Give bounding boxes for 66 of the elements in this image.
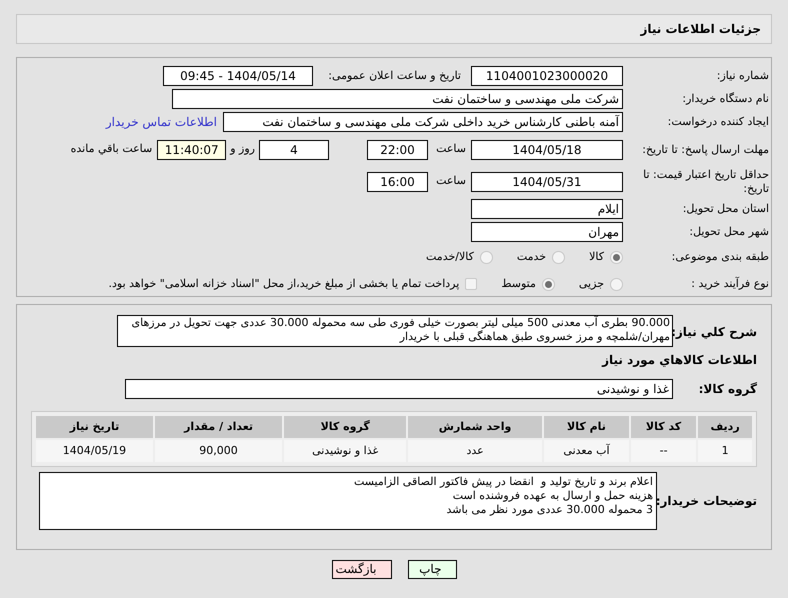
radio-button[interactable] xyxy=(552,250,566,264)
field-label: گروه کالا: xyxy=(698,381,757,398)
field-label: نوع فرآیند خرید : xyxy=(690,277,770,292)
contact-link[interactable]: اطلاعات تماس خریدار xyxy=(106,113,217,131)
field-label: کالا xyxy=(589,248,604,265)
radio-button[interactable] xyxy=(542,278,555,291)
field-label: شهر محل تحویل: xyxy=(688,225,770,240)
field-label: توضیحات خریدار: xyxy=(657,493,757,510)
note-line: اعلام برند و تاریخ تولید و انقضا در پیش فاکتور الصاقی الزامیست xyxy=(352,475,653,489)
print-button[interactable]: چاپ xyxy=(408,560,456,579)
radio-button[interactable] xyxy=(610,278,623,291)
table-cell: 1 xyxy=(698,440,752,462)
page-title: جزئیات اطلاعات نیاز xyxy=(640,21,761,38)
text-field[interactable]: 11:40:07 xyxy=(157,140,226,160)
text-field[interactable]: غذا و نوشیدنی xyxy=(125,379,673,399)
table-cell: آب معدنی xyxy=(544,440,630,462)
table-cell: 90,000 xyxy=(154,440,282,462)
description-field[interactable]: 90.000 بطری آب معدنی 500 میلی لیتر بصورت خیلی فوری طی سه محموله 30.000 عددی جهت تحویل در مرزهای مهران/شلمچه و مرز خسروی طبق هماهنگی قبلی با خریدار xyxy=(117,315,673,347)
field-label: روز و xyxy=(230,141,255,158)
text-field[interactable]: 22:00 xyxy=(367,140,428,160)
field-label: خدمت xyxy=(516,248,546,265)
field-label: ساعت xyxy=(435,141,466,158)
field-label: مهلت ارسال پاسخ: تا تاریخ: xyxy=(641,142,770,157)
text-field[interactable]: ایلام xyxy=(471,199,623,220)
field-label: ساعت xyxy=(435,173,466,190)
field-label: ایجاد کننده درخواست: xyxy=(666,115,770,129)
column-header: ردیف xyxy=(698,416,752,438)
field-label: تاریخ و ساعت اعلان عمومی: xyxy=(327,69,462,83)
field-label: حداقل تاریخ اعتبار قیمت: تا تاریخ: xyxy=(642,168,770,196)
text-field[interactable]: شرکت ملی مهندسی و ساختمان نفت xyxy=(172,89,623,109)
column-header: واحد شمارش xyxy=(408,416,542,438)
column-header: گروه کالا xyxy=(284,416,406,438)
text-field[interactable]: 16:00 xyxy=(367,172,428,192)
text-field[interactable]: 1404/05/31 xyxy=(471,172,623,192)
field-label: کالا/خدمت xyxy=(426,248,474,265)
field-label: متوسط xyxy=(501,276,536,292)
field-label: پرداخت تمام یا بخشی از مبلغ خرید،از محل "اسناد خزانه اسلامی" خواهد بود. xyxy=(108,276,460,292)
field-label: جزیی xyxy=(578,276,604,292)
text-field[interactable]: 1104001023000020 xyxy=(471,66,623,86)
field-label: شرح کلي نياز: xyxy=(673,324,757,341)
table-cell: 1404/05/19 xyxy=(36,440,153,462)
back-button[interactable]: بازگشت xyxy=(332,560,392,579)
column-header: تاریخ نیاز xyxy=(36,416,153,438)
section-heading: اطلاعات کالاهاي مورد نياز xyxy=(600,352,757,369)
note-line: 3 محموله 30.000 عددی مورد نظر می باشد xyxy=(445,503,653,517)
radio-button[interactable] xyxy=(480,250,493,264)
text-field[interactable]: مهران xyxy=(471,222,623,242)
column-header: تعداد / مقدار xyxy=(154,416,282,438)
table-cell: عدد xyxy=(408,440,542,462)
text-field[interactable]: 1404/05/14 - 09:45 xyxy=(163,66,313,86)
table-cell: غذا و نوشیدنی xyxy=(284,440,406,462)
field-label: نام دستگاه خریدار: xyxy=(681,92,770,106)
field-label: ساعت باقي مانده xyxy=(70,141,152,158)
checkbox[interactable] xyxy=(465,278,478,290)
field-label: شماره نیاز: xyxy=(716,69,770,83)
field-label: استان محل تحویل: xyxy=(682,202,770,216)
text-field[interactable]: 1404/05/18 xyxy=(471,140,623,160)
notes-field[interactable]: اعلام برند و تاریخ تولید و انقضا در پیش فاکتور الصاقی الزامیست هزینه حمل و ارسال به عهده فروشنده است 3 محموله 30.000 عددی مورد نظر می باشد xyxy=(39,472,657,530)
table-cell: -- xyxy=(631,440,696,462)
field-label: طبقه بندی موضوعی: xyxy=(670,250,770,264)
text-field[interactable]: 4 xyxy=(259,140,329,160)
radio-button[interactable] xyxy=(610,250,623,264)
column-header: نام کالا xyxy=(544,416,630,438)
note-line: هزینه حمل و ارسال به عهده فروشنده است xyxy=(452,489,653,503)
text-field[interactable]: آمنه باطنی کارشناس خرید داخلی شرکت ملی مهندسی و ساختمان نفت xyxy=(223,112,623,132)
column-header: کد کالا xyxy=(631,416,696,438)
